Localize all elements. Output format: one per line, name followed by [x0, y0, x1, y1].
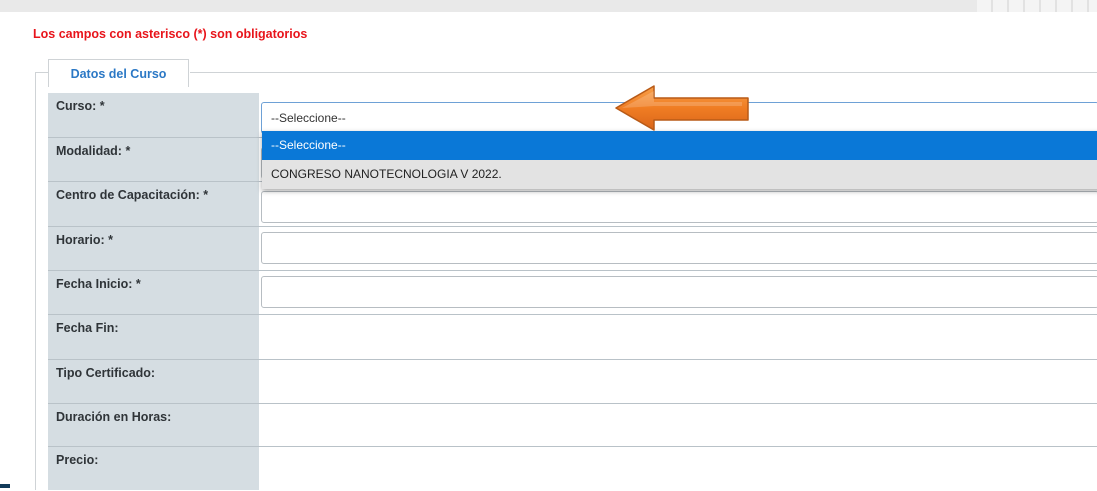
section-title: Datos del Curso: [70, 66, 167, 81]
precio-label: Precio:: [56, 453, 99, 467]
tipo-certificado-label: Tipo Certificado:: [56, 366, 156, 380]
section-legend: Datos del Curso: [48, 59, 189, 87]
curso-dropdown-list: --Seleccione-- CONGRESO NANOTECNOLOGIA V…: [262, 131, 1097, 189]
orange-arrow-icon: [615, 85, 749, 131]
corner-decoration: [0, 484, 10, 488]
centro-field[interactable]: [261, 191, 1097, 223]
top-bar-decoration: [977, 0, 1097, 12]
horario-field[interactable]: [261, 232, 1097, 264]
fecha-inicio-field[interactable]: [261, 276, 1097, 308]
modalidad-label: Modalidad: *: [56, 144, 131, 158]
duracion-label: Duración en Horas:: [56, 410, 172, 424]
row-horario: Horario: *: [48, 226, 1097, 271]
horario-label: Horario: *: [56, 233, 113, 247]
row-duracion: Duración en Horas:: [48, 403, 1097, 448]
required-fields-notice: Los campos con asterisco (*) son obligat…: [33, 27, 308, 41]
row-precio: Precio:: [48, 446, 1097, 491]
top-bar: [0, 0, 1097, 12]
fecha-inicio-label: Fecha Inicio: *: [56, 277, 141, 291]
centro-label: Centro de Capacitación: *: [56, 188, 209, 202]
row-tipo-certificado: Tipo Certificado:: [48, 359, 1097, 404]
row-fecha-fin: Fecha Fin:: [48, 314, 1097, 359]
fecha-fin-label: Fecha Fin:: [56, 321, 119, 335]
curso-select-value: --Seleccione--: [271, 111, 346, 125]
fieldset-border-vertical: [35, 72, 36, 490]
curso-label: Curso: *: [56, 99, 105, 113]
curso-option-congreso[interactable]: CONGRESO NANOTECNOLOGIA V 2022.: [262, 160, 1097, 188]
curso-option-seleccione[interactable]: --Seleccione--: [262, 131, 1097, 160]
row-fecha-inicio: Fecha Inicio: *: [48, 270, 1097, 315]
fieldset-border-right: [190, 72, 1097, 73]
fieldset-border-left: [35, 72, 48, 73]
